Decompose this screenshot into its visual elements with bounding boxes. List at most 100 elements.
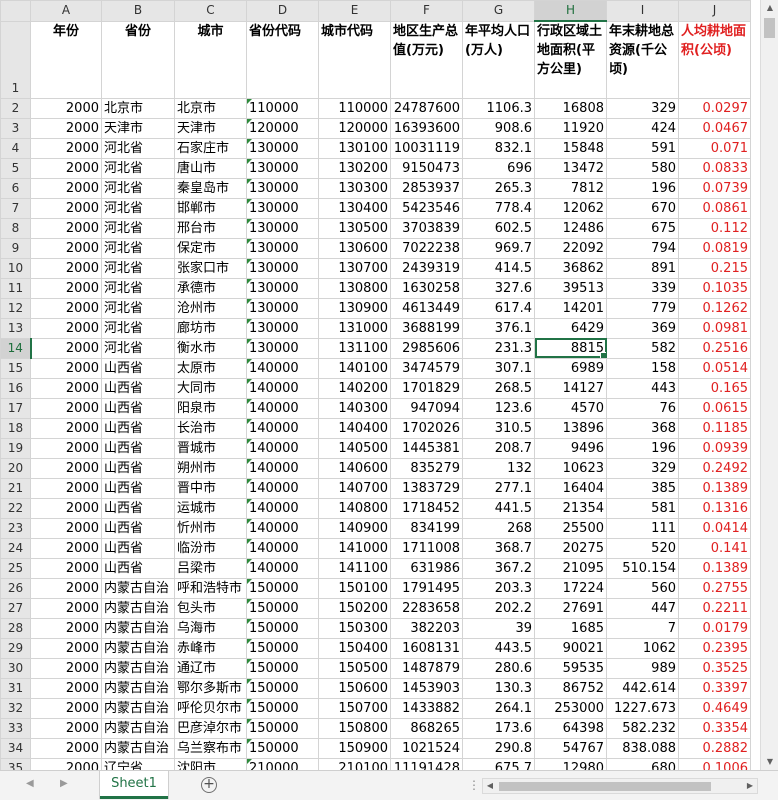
row-header[interactable]: 29 <box>0 637 31 659</box>
tab-sheet1[interactable]: Sheet1 <box>100 771 168 799</box>
scroll-down-arrow-icon[interactable]: ▼ <box>761 754 778 770</box>
scroll-up-arrow-icon[interactable]: ▲ <box>761 0 778 16</box>
row-header[interactable]: 9 <box>0 237 31 259</box>
cell-population[interactable]: 231.3 <box>462 337 535 359</box>
cell-city-code[interactable]: 150300 <box>318 617 391 639</box>
cell-gdp[interactable]: 3474579 <box>390 357 463 379</box>
cell-gdp[interactable]: 835279 <box>390 457 463 479</box>
cell-farmland-per-capita[interactable]: 0.2882 <box>678 737 751 759</box>
cell-province-code[interactable]: 150000 <box>246 717 319 739</box>
cell-year[interactable]: 2000 <box>30 497 102 519</box>
row-header[interactable]: 18 <box>0 417 31 439</box>
cell-farmland-per-capita[interactable]: 0.0833 <box>678 157 751 179</box>
cell-gdp[interactable]: 24787600 <box>390 97 463 119</box>
cell-farmland[interactable]: 838.088 <box>606 737 679 759</box>
cell-farmland-per-capita[interactable]: 0.1262 <box>678 297 751 319</box>
cell-population[interactable]: 908.6 <box>462 117 535 139</box>
row-header[interactable]: 31 <box>0 677 31 699</box>
cell-gdp[interactable]: 1630258 <box>390 277 463 299</box>
cell-province-code[interactable]: 140000 <box>246 357 319 379</box>
cell-city[interactable]: 沈阳市 <box>174 757 247 770</box>
cell-province[interactable]: 山西省 <box>101 497 175 519</box>
cell-province[interactable]: 山西省 <box>101 557 175 579</box>
header-cell-province[interactable]: 省份 <box>101 20 175 99</box>
cell-year[interactable]: 2000 <box>30 257 102 279</box>
cell-land-area[interactable]: 17224 <box>534 577 607 599</box>
cell-population[interactable]: 778.4 <box>462 197 535 219</box>
cell-city[interactable]: 鄂尔多斯市 <box>174 677 247 699</box>
row-header[interactable]: 17 <box>0 397 31 419</box>
cell-city[interactable]: 临汾市 <box>174 537 247 559</box>
cell-farmland[interactable]: 385 <box>606 477 679 499</box>
cell-year[interactable]: 2000 <box>30 317 102 339</box>
row-header[interactable]: 27 <box>0 597 31 619</box>
row-header[interactable]: 35 <box>0 757 31 770</box>
cell-city-code[interactable]: 130500 <box>318 217 391 239</box>
cell-year[interactable]: 2000 <box>30 377 102 399</box>
cell-year[interactable]: 2000 <box>30 177 102 199</box>
cell-city[interactable]: 运城市 <box>174 497 247 519</box>
row-header[interactable]: 13 <box>0 317 31 339</box>
cell-province-code[interactable]: 130000 <box>246 177 319 199</box>
cell-population[interactable]: 307.1 <box>462 357 535 379</box>
sheet-nav-next-icon[interactable]: ▶ <box>60 778 68 789</box>
cell-province-code[interactable]: 130000 <box>246 137 319 159</box>
cell-province[interactable]: 北京市 <box>101 97 175 119</box>
cell-province[interactable]: 内蒙古自治 <box>101 657 175 679</box>
cell-province-code[interactable]: 140000 <box>246 437 319 459</box>
row-header[interactable]: 34 <box>0 737 31 759</box>
cell-province-code[interactable]: 130000 <box>246 297 319 319</box>
cell-farmland[interactable]: 582.232 <box>606 717 679 739</box>
cell-province-code[interactable]: 130000 <box>246 317 319 339</box>
cell-population[interactable]: 617.4 <box>462 297 535 319</box>
cell-population[interactable]: 268 <box>462 517 535 539</box>
cell-farmland-per-capita[interactable]: 0.071 <box>678 137 751 159</box>
row-header[interactable]: 15 <box>0 357 31 379</box>
cell-population[interactable]: 368.7 <box>462 537 535 559</box>
cell-province-code[interactable]: 150000 <box>246 677 319 699</box>
cell-farmland-per-capita[interactable]: 0.4649 <box>678 697 751 719</box>
cell-land-area[interactable]: 16404 <box>534 477 607 499</box>
sheet-nav-prev-icon[interactable]: ◀ <box>26 778 34 789</box>
cell-land-area[interactable]: 59535 <box>534 657 607 679</box>
cell-city[interactable]: 沧州市 <box>174 297 247 319</box>
cell-farmland[interactable]: 680 <box>606 757 679 770</box>
cell-city-code[interactable]: 140800 <box>318 497 391 519</box>
header-cell-city-code[interactable]: 城市代码 <box>318 20 391 99</box>
cell-population[interactable]: 1106.3 <box>462 97 535 119</box>
cell-city-code[interactable]: 130100 <box>318 137 391 159</box>
cell-farmland[interactable]: 675 <box>606 217 679 239</box>
cell-province-code[interactable]: 110000 <box>246 97 319 119</box>
row-header[interactable]: 6 <box>0 177 31 199</box>
add-sheet-icon[interactable]: + <box>201 777 217 793</box>
cell-farmland-per-capita[interactable]: 0.0819 <box>678 237 751 259</box>
cell-province-code[interactable]: 130000 <box>246 337 319 359</box>
cell-farmland[interactable]: 76 <box>606 397 679 419</box>
cell-gdp[interactable]: 1453903 <box>390 677 463 699</box>
cell-province-code[interactable]: 150000 <box>246 597 319 619</box>
cell-city-code[interactable]: 130800 <box>318 277 391 299</box>
cell-farmland[interactable]: 1227.673 <box>606 697 679 719</box>
cell-province-code[interactable]: 130000 <box>246 157 319 179</box>
cell-farmland-per-capita[interactable]: 0.0297 <box>678 97 751 119</box>
cell-land-area[interactable]: 90021 <box>534 637 607 659</box>
cell-city[interactable]: 呼和浩特市 <box>174 577 247 599</box>
cell-city[interactable]: 乌兰察布市 <box>174 737 247 759</box>
cell-city-code[interactable]: 130900 <box>318 297 391 319</box>
cell-farmland[interactable]: 560 <box>606 577 679 599</box>
cell-province-code[interactable]: 140000 <box>246 497 319 519</box>
row-header[interactable]: 1 <box>0 20 31 99</box>
cell-city-code[interactable]: 140900 <box>318 517 391 539</box>
cell-population[interactable]: 969.7 <box>462 237 535 259</box>
cell-land-area[interactable]: 4570 <box>534 397 607 419</box>
row-header[interactable]: 20 <box>0 457 31 479</box>
header-cell-farmland-per-capita[interactable]: 人均耕地面积(公顷) <box>678 20 751 99</box>
cell-gdp[interactable]: 1702026 <box>390 417 463 439</box>
row-header[interactable]: 22 <box>0 497 31 519</box>
cell-year[interactable]: 2000 <box>30 277 102 299</box>
cell-gdp[interactable]: 1487879 <box>390 657 463 679</box>
cell-city[interactable]: 包头市 <box>174 597 247 619</box>
cell-city-code[interactable]: 130300 <box>318 177 391 199</box>
cell-land-area[interactable]: 36862 <box>534 257 607 279</box>
cell-city-code[interactable]: 150600 <box>318 677 391 699</box>
